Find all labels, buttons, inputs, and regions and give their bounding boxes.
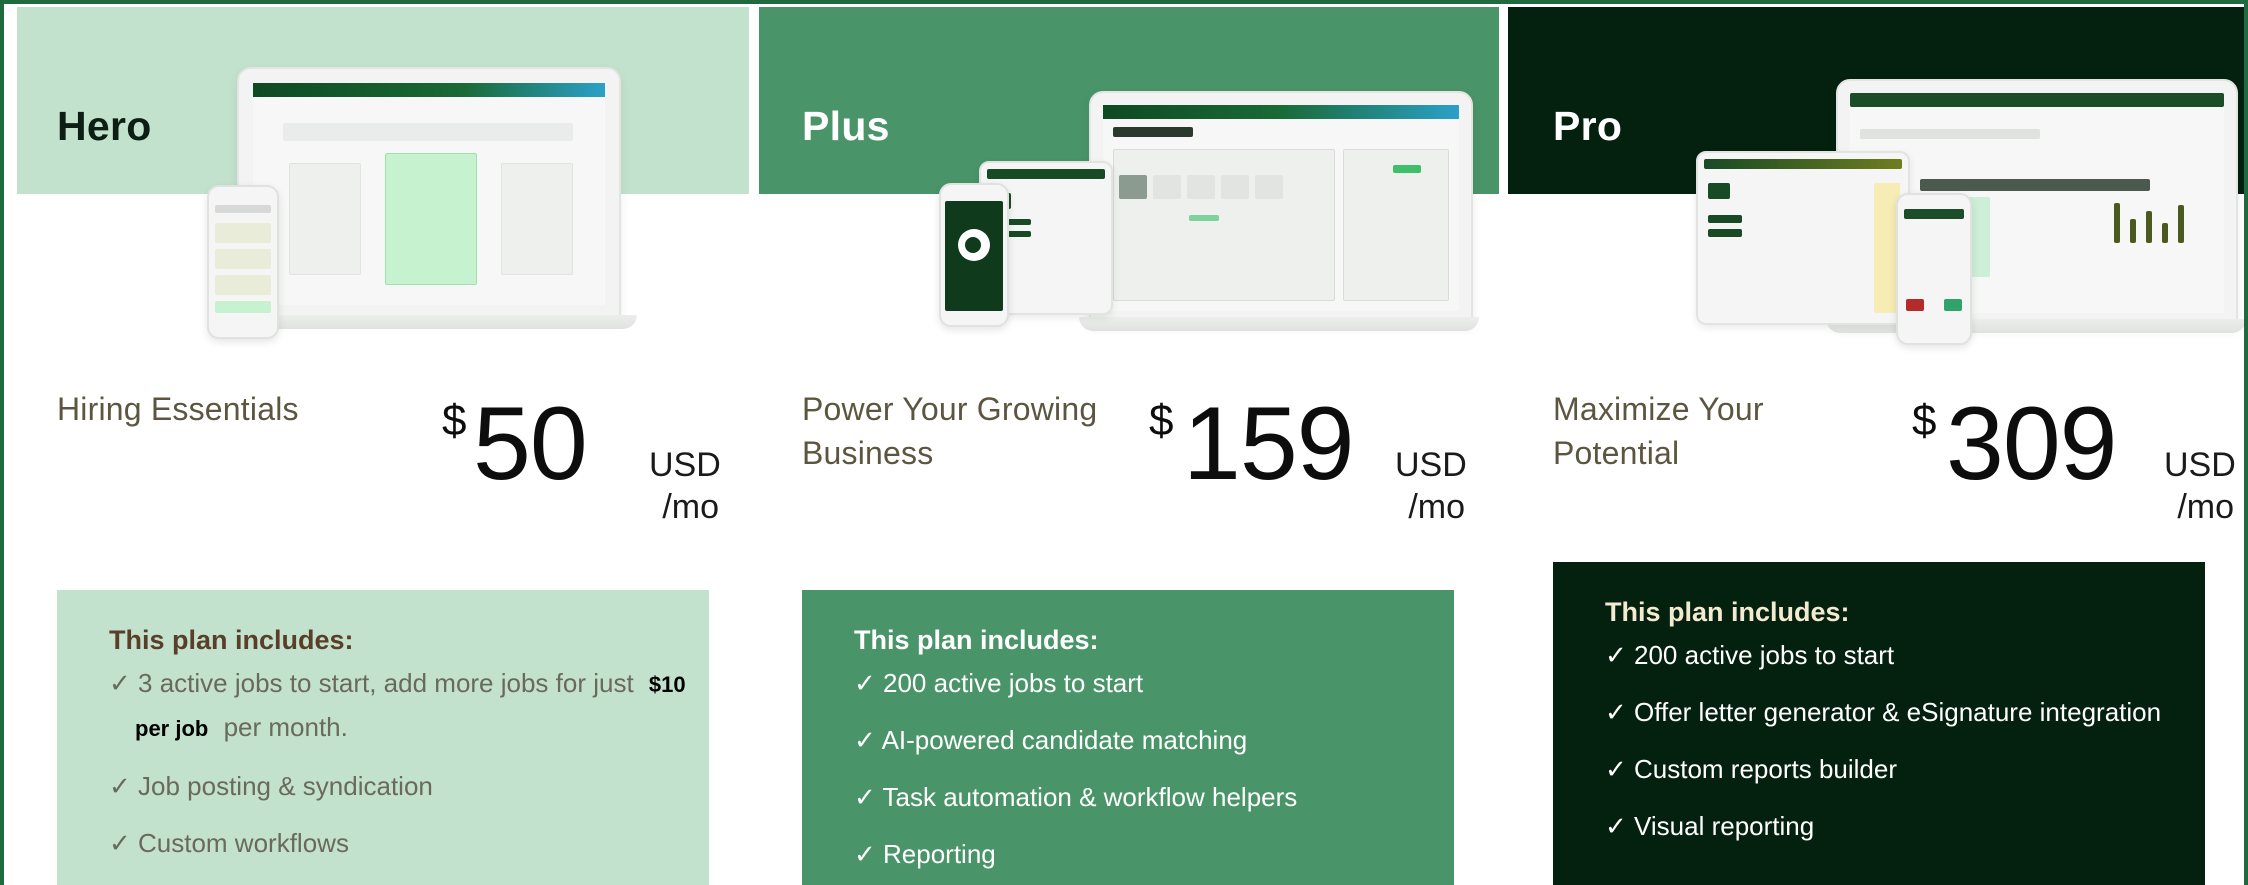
price-currency: USD xyxy=(649,446,721,484)
plan-card-hero: Hero Hiring Essentials $ 50 USD /mo This… xyxy=(17,7,749,885)
plan-card-pro: Pro Maximize Your Potential $ 309 USD /m… xyxy=(1508,7,2244,885)
price-amount: 309 xyxy=(1946,386,2118,502)
feature-item: ✓ Task automation & workflow helpers xyxy=(854,782,1298,812)
plan-features-box: This plan includes: ✓ 200 active jobs to… xyxy=(1553,562,2205,885)
tablet-mockup xyxy=(1696,151,1910,325)
device-mockup-image xyxy=(1676,65,2244,355)
currency-symbol: $ xyxy=(442,396,467,445)
plan-features-box: This plan includes: ✓ 200 active jobs to… xyxy=(802,590,1454,885)
plan-price: $ 309 USD /mo xyxy=(1908,392,2238,532)
plan-tagline: Maximize Your Potential xyxy=(1553,391,1764,471)
price-currency: USD xyxy=(2164,446,2236,484)
includes-title: This plan includes: xyxy=(854,625,1099,655)
plan-price: $ 50 USD /mo xyxy=(437,392,722,532)
feature-item: ✓ Custom reports builder xyxy=(1605,754,1898,784)
plan-tagline: Hiring Essentials xyxy=(57,391,299,427)
phone-mockup xyxy=(207,185,279,339)
feature-item: ✓ 3 active jobs to start, add more jobs … xyxy=(109,662,709,750)
laptop-mockup xyxy=(237,67,621,321)
device-mockup-image xyxy=(939,65,1499,355)
feature-text: per month. xyxy=(223,712,348,742)
plan-tagline: Power Your Growing Business xyxy=(802,391,1098,471)
phone-mockup xyxy=(1896,193,1972,345)
feature-item: ✓ Custom workflows xyxy=(109,828,349,858)
plan-card-plus: Plus Power Your Growing Business $ 159 U… xyxy=(759,7,1499,885)
feature-text: ✓ 3 active jobs to start, add more jobs … xyxy=(109,668,634,698)
feature-item: ✓ AI-powered candidate matching xyxy=(854,725,1248,755)
feature-item: ✓ 200 active jobs to start xyxy=(1605,640,1895,670)
price-period: /mo xyxy=(1408,488,1465,526)
phone-mockup xyxy=(939,183,1009,327)
currency-symbol: $ xyxy=(1912,396,1937,445)
plan-name: Pro xyxy=(1553,103,1623,149)
includes-title: This plan includes: xyxy=(1605,597,1850,627)
plan-price: $ 159 USD /mo xyxy=(1149,392,1469,532)
plan-features-box: This plan includes: ✓ 3 active jobs to s… xyxy=(57,590,709,885)
price-amount: 159 xyxy=(1183,386,1355,502)
feature-item: ✓ Offer letter generator & eSignature in… xyxy=(1605,697,2162,727)
price-period: /mo xyxy=(2177,488,2234,526)
price-amount: 50 xyxy=(473,386,588,502)
feature-item: ✓ Reporting xyxy=(854,839,996,869)
includes-title: This plan includes: xyxy=(109,625,354,655)
currency-symbol: $ xyxy=(1149,396,1174,445)
price-period: /mo xyxy=(662,488,719,526)
plan-cards: Hero Hiring Essentials $ 50 USD /mo This… xyxy=(17,7,2244,885)
laptop-mockup xyxy=(1089,91,1473,325)
feature-item: ✓ 200 active jobs to start xyxy=(854,668,1144,698)
price-currency: USD xyxy=(1395,446,1467,484)
feature-item: ✓ Visual reporting xyxy=(1605,811,1815,841)
device-mockup-image xyxy=(177,65,747,355)
pricing-panel: Hero Hiring Essentials $ 50 USD /mo This… xyxy=(0,0,2248,885)
feature-item: ✓ Job posting & syndication xyxy=(109,771,433,801)
plan-name: Hero xyxy=(57,103,152,149)
plan-name: Plus xyxy=(802,103,890,149)
